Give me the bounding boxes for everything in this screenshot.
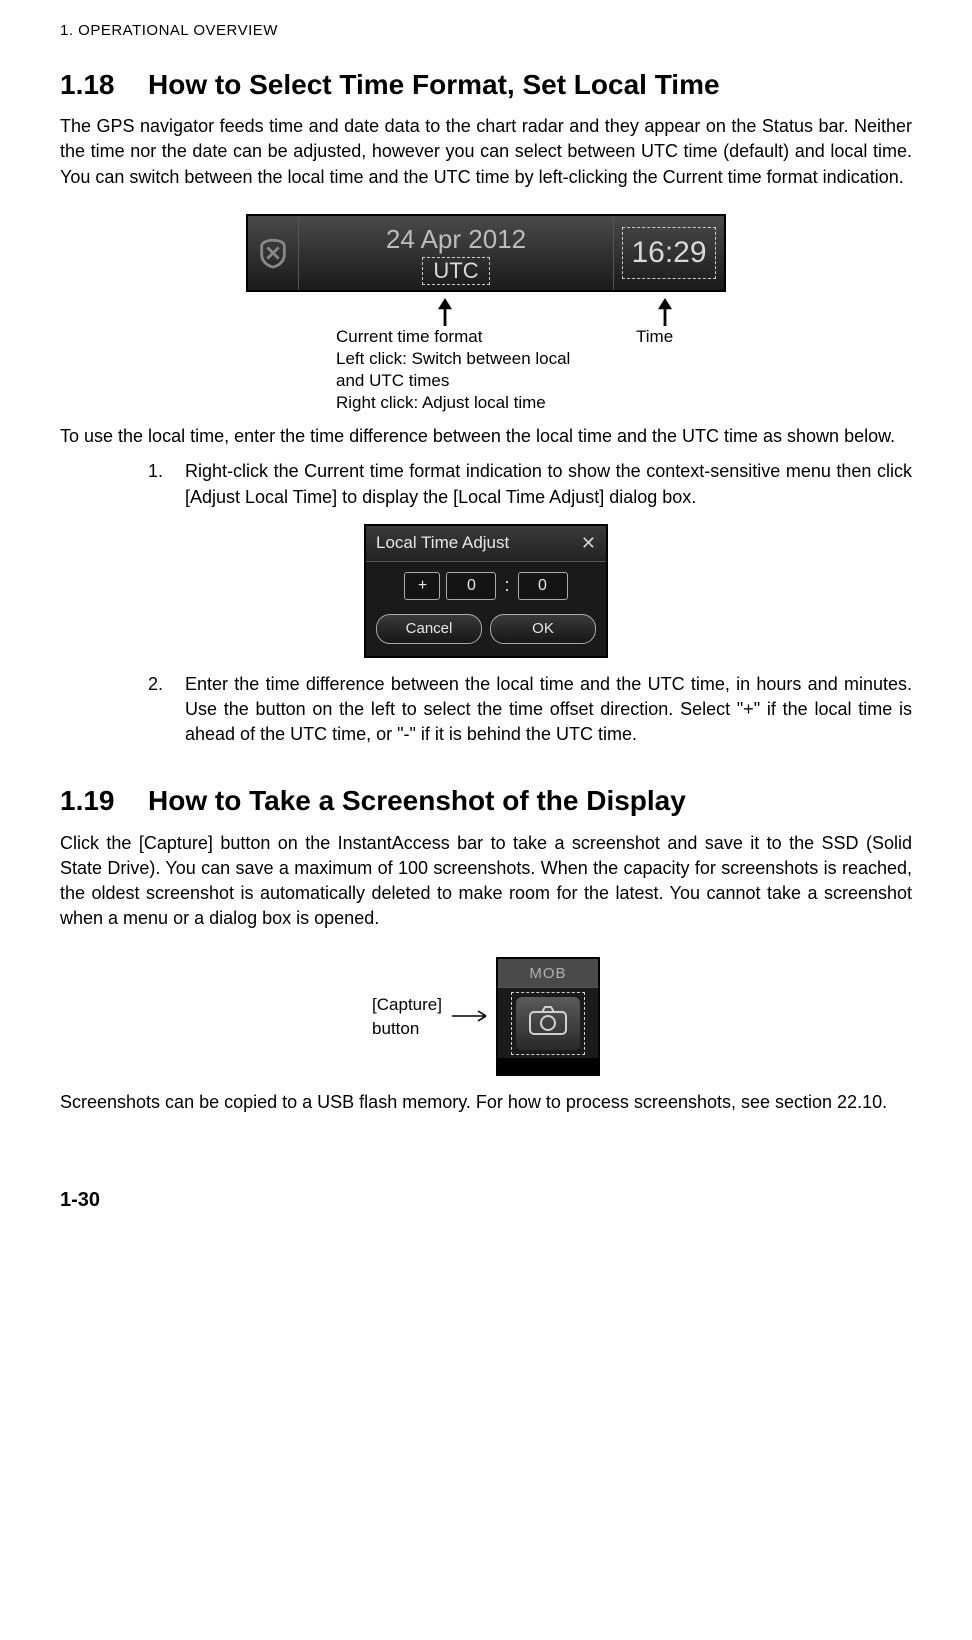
section-1-18-para2: To use the local time, enter the time di… [60, 424, 912, 449]
arrow-icon [656, 298, 674, 326]
ok-button[interactable]: OK [490, 614, 596, 644]
close-icon[interactable]: ✕ [581, 531, 596, 556]
arrow-right-icon [452, 1004, 486, 1029]
section-title: How to Select Time Format, Set Local Tim… [148, 65, 720, 104]
section-1-18-heading: 1.18 How to Select Time Format, Set Loca… [60, 65, 912, 104]
arrow-icon [436, 298, 454, 326]
step-text: Right-click the Current time format indi… [185, 459, 912, 509]
date-column: 24 Apr 2012 UTC [299, 216, 613, 290]
crest-icon [248, 216, 299, 290]
offset-sign-button[interactable]: + [404, 572, 440, 600]
statusbar-caption-left: Current time format Left click: Switch b… [336, 326, 616, 414]
section-1-18-intro: The GPS navigator feeds time and date da… [60, 114, 912, 190]
chapter-header: 1. OPERATIONAL OVERVIEW [60, 20, 912, 41]
step-number: 1. [148, 459, 170, 509]
step-text: Enter the time difference between the lo… [185, 672, 912, 748]
section-title: How to Take a Screenshot of the Display [148, 781, 686, 820]
offset-minutes-field[interactable]: 0 [518, 572, 568, 600]
colon-separator: : [502, 573, 511, 598]
time-column: 16:29 [614, 216, 724, 290]
time-format-indicator[interactable]: UTC [422, 257, 489, 285]
cancel-button[interactable]: Cancel [376, 614, 482, 644]
instantaccess-bar: MOB [496, 957, 600, 1076]
statusbar: 24 Apr 2012 UTC 16:29 [246, 214, 726, 292]
offset-hours-field[interactable]: 0 [446, 572, 496, 600]
capture-button[interactable] [516, 997, 580, 1050]
clock-time[interactable]: 16:29 [622, 227, 715, 279]
mob-button[interactable]: MOB [498, 959, 598, 988]
camera-icon [528, 1004, 568, 1036]
statusbar-figure: 24 Apr 2012 UTC 16:29 Current time forma… [246, 214, 726, 414]
dialog-title: Local Time Adjust [376, 531, 509, 555]
step-1: 1. Right-click the Current time format i… [148, 459, 912, 509]
section-1-19-intro: Click the [Capture] button on the Instan… [60, 831, 912, 932]
date-text: 24 Apr 2012 [386, 221, 526, 257]
local-time-adjust-dialog: Local Time Adjust ✕ + 0 : 0 Cancel OK [364, 524, 608, 658]
section-number: 1.19 [60, 781, 124, 820]
statusbar-caption-right: Time [636, 326, 686, 414]
capture-label: [Capture] button [372, 993, 442, 1041]
page-number: 1-30 [60, 1186, 912, 1214]
step-2: 2. Enter the time difference between the… [148, 672, 912, 748]
step-number: 2. [148, 672, 170, 748]
section-1-19-outro: Screenshots can be copied to a USB flash… [60, 1090, 912, 1115]
capture-button-highlight [511, 992, 585, 1055]
capture-figure: [Capture] button MOB [60, 957, 912, 1076]
section-number: 1.18 [60, 65, 124, 104]
section-1-19-heading: 1.19 How to Take a Screenshot of the Dis… [60, 781, 912, 820]
